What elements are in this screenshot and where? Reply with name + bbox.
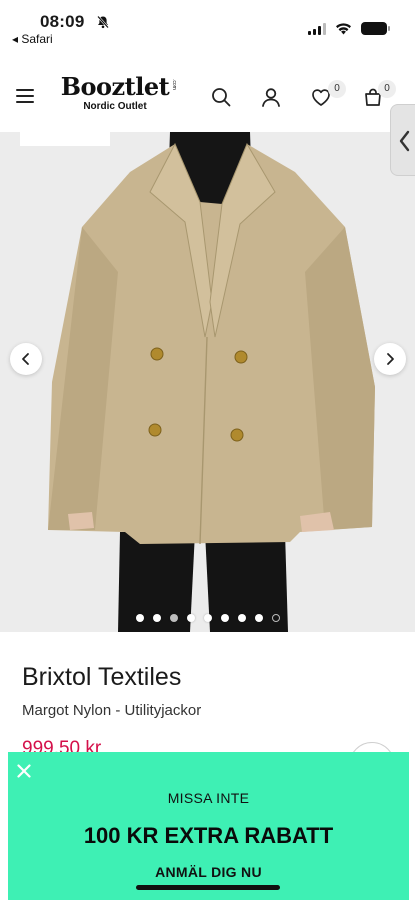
cellular-signal-icon [308,22,326,35]
logo-subtitle: Nordic Outlet [83,101,147,112]
carousel-dot[interactable] [254,614,263,622]
chevron-left-icon [22,353,29,365]
product-name: Margot Nylon - Utilityjackor [22,702,202,719]
wishlist-count-badge: 0 [328,80,346,98]
wishlist-button[interactable]: 0 [310,80,346,108]
close-icon[interactable] [17,764,31,778]
chevron-left-icon [399,130,410,152]
product-photo-trench-coat [0,132,415,632]
product-page: 08:09 ◂ Safari Booztlet Nordic Outlet .c… [0,0,415,900]
carousel-prev-button[interactable] [10,343,42,375]
site-header: Booztlet Nordic Outlet .com 0 0 [0,62,415,132]
site-logo[interactable]: Booztlet Nordic Outlet .com [50,73,180,113]
cart-button[interactable]: 0 [362,80,396,108]
home-indicator[interactable] [136,885,280,890]
side-drawer-tab[interactable] [390,104,415,176]
image-label-tab [20,132,110,146]
carousel-dot[interactable] [152,614,161,622]
menu-icon[interactable] [16,89,34,105]
newsletter-promo-banner[interactable]: MISSA INTE 100 KR EXTRA RABATT ANMÄL DIG… [8,752,409,900]
carousel-dot[interactable] [271,614,280,622]
promo-kicker: MISSA INTE [167,790,250,806]
status-time: 08:09 [40,12,85,31]
carousel-pagination [0,614,415,622]
search-icon[interactable] [210,86,232,108]
carousel-next-button[interactable] [374,343,406,375]
promo-title: 100 KR EXTRA RABATT [83,823,334,848]
carousel-dot[interactable] [169,614,178,622]
carousel-dot[interactable] [186,614,195,622]
signup-cta-link[interactable]: ANMÄL DIG NU [8,864,409,880]
wifi-icon [336,22,351,34]
status-indicators [308,22,390,35]
logo-suffix: .com [171,79,177,90]
carousel-dot[interactable] [203,614,212,622]
account-icon[interactable] [260,86,282,108]
back-to-safari-link[interactable]: ◂ Safari [12,32,53,46]
status-bar: 08:09 ◂ Safari [0,0,415,62]
product-brand[interactable]: Brixtol Textiles [22,663,181,692]
logo-name: Booztlet [60,72,170,101]
carousel-dot[interactable] [237,614,246,622]
cart-count-badge: 0 [378,80,396,98]
chevron-right-icon [387,353,394,365]
battery-icon [361,22,390,35]
carousel-dot[interactable] [220,614,229,622]
silent-bell-icon [97,15,109,29]
product-image-carousel[interactable] [0,132,415,632]
carousel-dot[interactable] [135,614,144,622]
